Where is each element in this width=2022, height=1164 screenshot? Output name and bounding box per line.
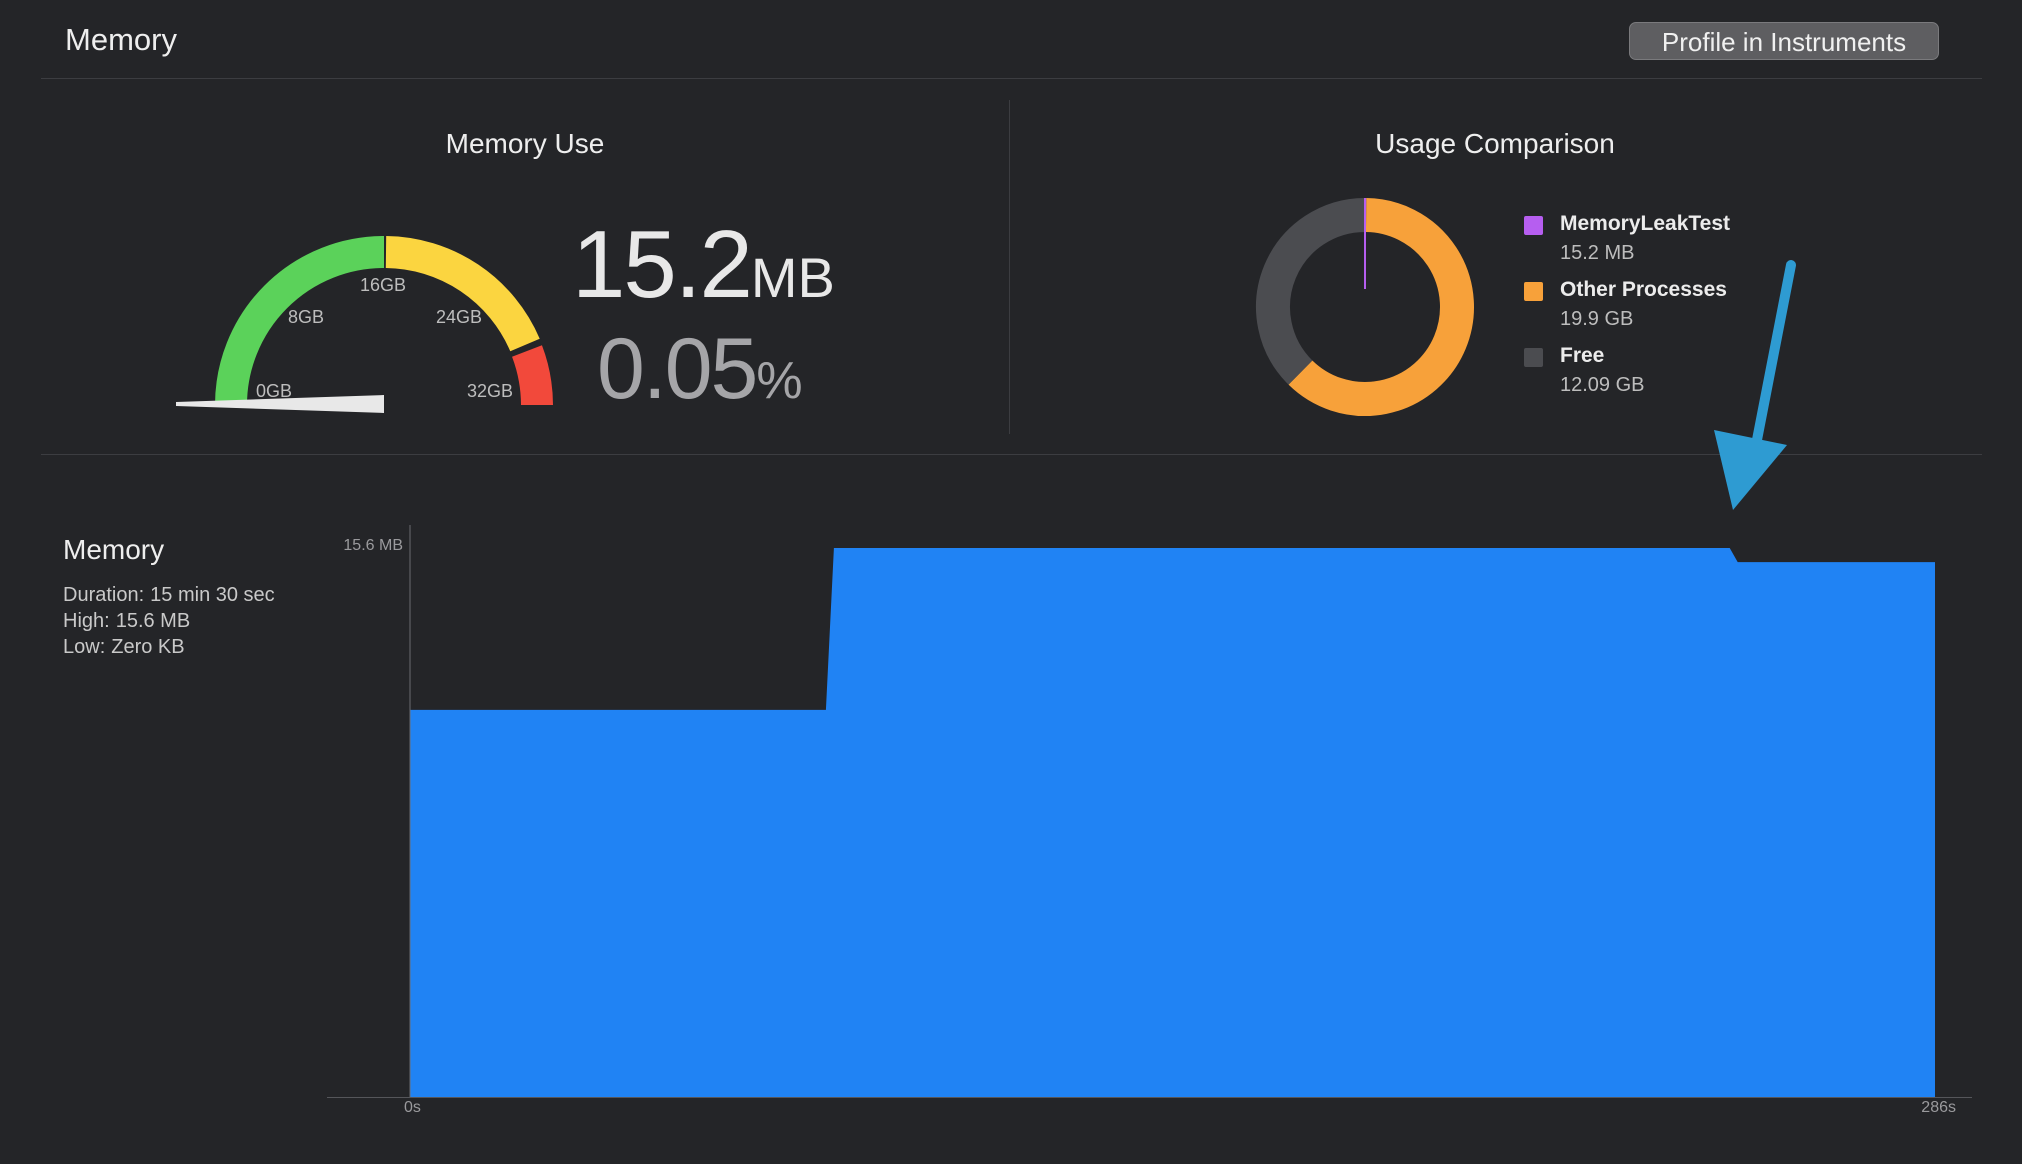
stat-label: Low: [63,636,106,658]
donut-slice-free [1256,198,1367,385]
x-tick-label-end: 286s [1921,1099,1956,1116]
gauge-label-16gb: 16GB [360,275,406,295]
memory-percent-number: 0.05 [597,321,758,417]
memory-percent-unit: % [756,352,803,410]
legend-name: MemoryLeakTest [1560,212,1731,235]
stat-high: High: 15.6 MB [63,610,190,633]
annotation-arrow [1714,260,1796,510]
header-divider [41,78,1982,79]
memory-gauge: 0GB 8GB 16GB 24GB 32GB [176,236,553,413]
legend-name: Free [1560,344,1605,367]
stat-value: Zero KB [111,636,185,658]
gauge-label-24gb: 24GB [436,307,482,327]
gauge-label-8gb: 8GB [288,307,324,327]
memory-area-series [410,548,1935,1097]
legend-swatch [1524,282,1543,301]
gauge-yellow-arc [385,236,540,352]
memory-percent: 0.05% [597,320,803,419]
y-tick-label: 15.6 MB [343,537,403,554]
memory-value: 15.2MB [572,210,835,320]
legend-value: 12.09 GB [1560,374,1645,396]
section-divider [1009,100,1010,434]
gauge-label-32gb: 32GB [467,381,513,401]
legend-swatch [1524,348,1543,367]
stat-low: Low: Zero KB [63,636,185,659]
legend-value: 19.9 GB [1560,308,1634,330]
arrow-down-left-icon [1714,260,1796,510]
stat-value: 15 min 30 sec [150,584,275,606]
x-tick-label-start: 0s [404,1099,421,1116]
memory-area-chart: 15.6 MB 0s 286s [327,525,1972,1116]
memory-value-number: 15.2 [572,211,753,318]
gauge-label-0gb: 0GB [256,381,292,401]
memory-graph-title: Memory [63,534,165,565]
page-title: Memory [65,22,177,57]
stat-label: Duration: [63,584,145,606]
profile-in-instruments-button[interactable]: Profile in Instruments [1629,22,1939,60]
usage-donut-chart [1256,198,1474,416]
usage-comparison-title: Usage Comparison [1375,128,1615,159]
stat-label: High: [63,610,110,632]
memory-use-title: Memory Use [445,128,605,159]
memory-value-unit: MB [750,246,835,309]
gauge-red-arc [511,345,553,406]
stat-value: 15.6 MB [115,610,191,632]
stat-duration: Duration: 15 min 30 sec [63,584,275,607]
legend-swatch [1524,216,1543,235]
legend-value: 15.2 MB [1560,242,1635,264]
section-divider-horizontal [41,454,1982,455]
